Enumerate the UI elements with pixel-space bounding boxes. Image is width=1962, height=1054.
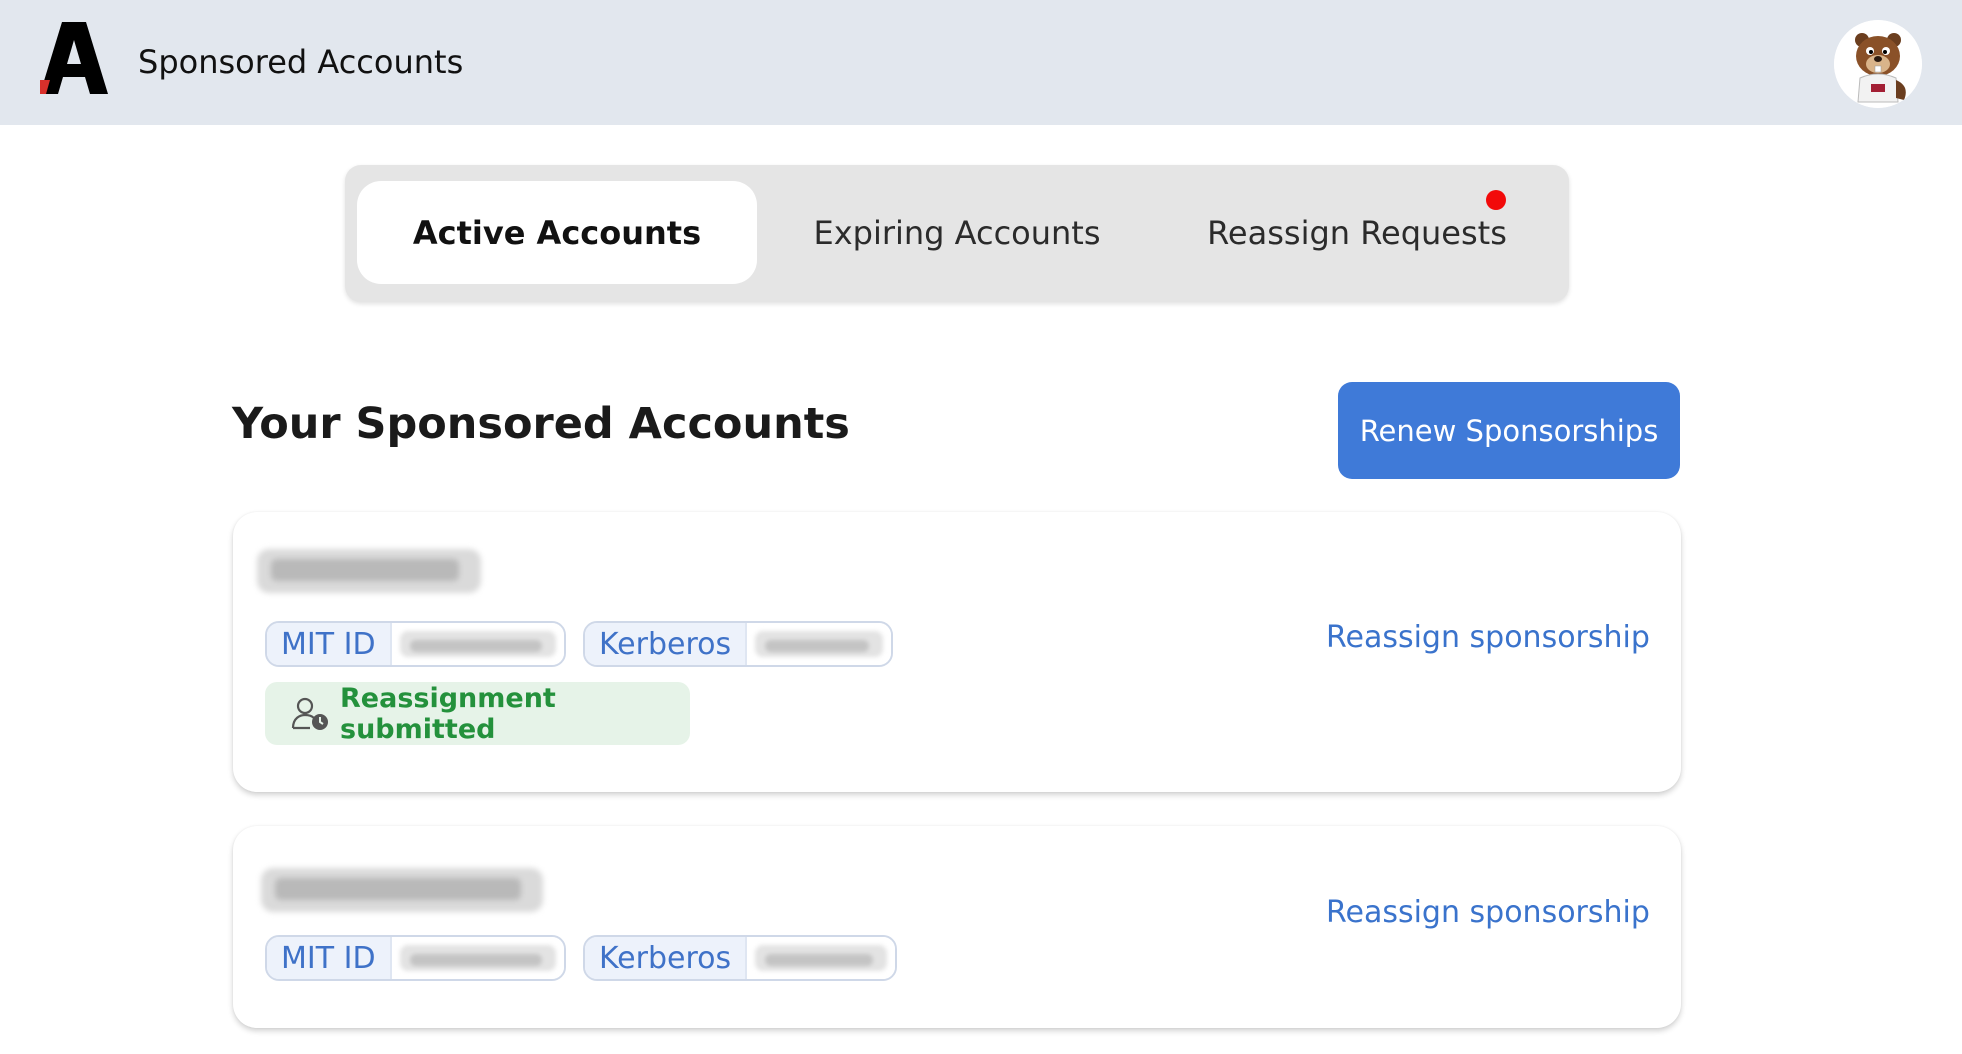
account-tabs: Active Accounts Expiring Accounts Reassi… — [345, 165, 1569, 302]
tab-active-accounts[interactable]: Active Accounts — [357, 181, 757, 284]
mit-id-label: MIT ID — [267, 937, 392, 979]
app-title: Sponsored Accounts — [138, 43, 464, 81]
reassign-sponsorship-link[interactable]: Reassign sponsorship — [1326, 620, 1650, 655]
user-clock-icon — [291, 697, 329, 731]
renew-sponsorships-button[interactable]: Renew Sponsorships — [1338, 382, 1680, 479]
kerberos-value-redacted — [747, 623, 891, 665]
account-name-redacted — [257, 549, 481, 593]
section-title: Your Sponsored Accounts — [232, 399, 850, 449]
account-card: MIT ID Kerberos Reassign sponsorship — [233, 826, 1681, 1028]
status-text: Reassignment submitted — [340, 682, 556, 745]
kerberos-field: Kerberos — [583, 935, 897, 981]
account-name-redacted — [261, 868, 543, 912]
notification-dot — [1486, 190, 1506, 210]
mit-id-value-redacted — [391, 623, 564, 665]
account-card: MIT ID Kerberos Reassignment submitted R… — [233, 512, 1681, 792]
top-bar: Sponsored Accounts — [0, 0, 1962, 125]
mit-id-field: MIT ID — [265, 935, 566, 981]
kerberos-label: Kerberos — [585, 937, 748, 979]
kerberos-value-redacted — [747, 937, 895, 979]
a-letter-logo-icon[interactable] — [40, 22, 108, 94]
kerberos-label: Kerberos — [585, 623, 748, 665]
reassign-sponsorship-link[interactable]: Reassign sponsorship — [1326, 895, 1650, 930]
status-badge: Reassignment submitted — [265, 682, 690, 745]
beaver-mascot-avatar-icon[interactable] — [1834, 20, 1922, 108]
mit-id-label: MIT ID — [267, 623, 392, 665]
kerberos-field: Kerberos — [583, 621, 893, 667]
mit-id-field: MIT ID — [265, 621, 566, 667]
mit-id-value-redacted — [391, 937, 564, 979]
tab-expiring-accounts[interactable]: Expiring Accounts — [757, 181, 1157, 284]
